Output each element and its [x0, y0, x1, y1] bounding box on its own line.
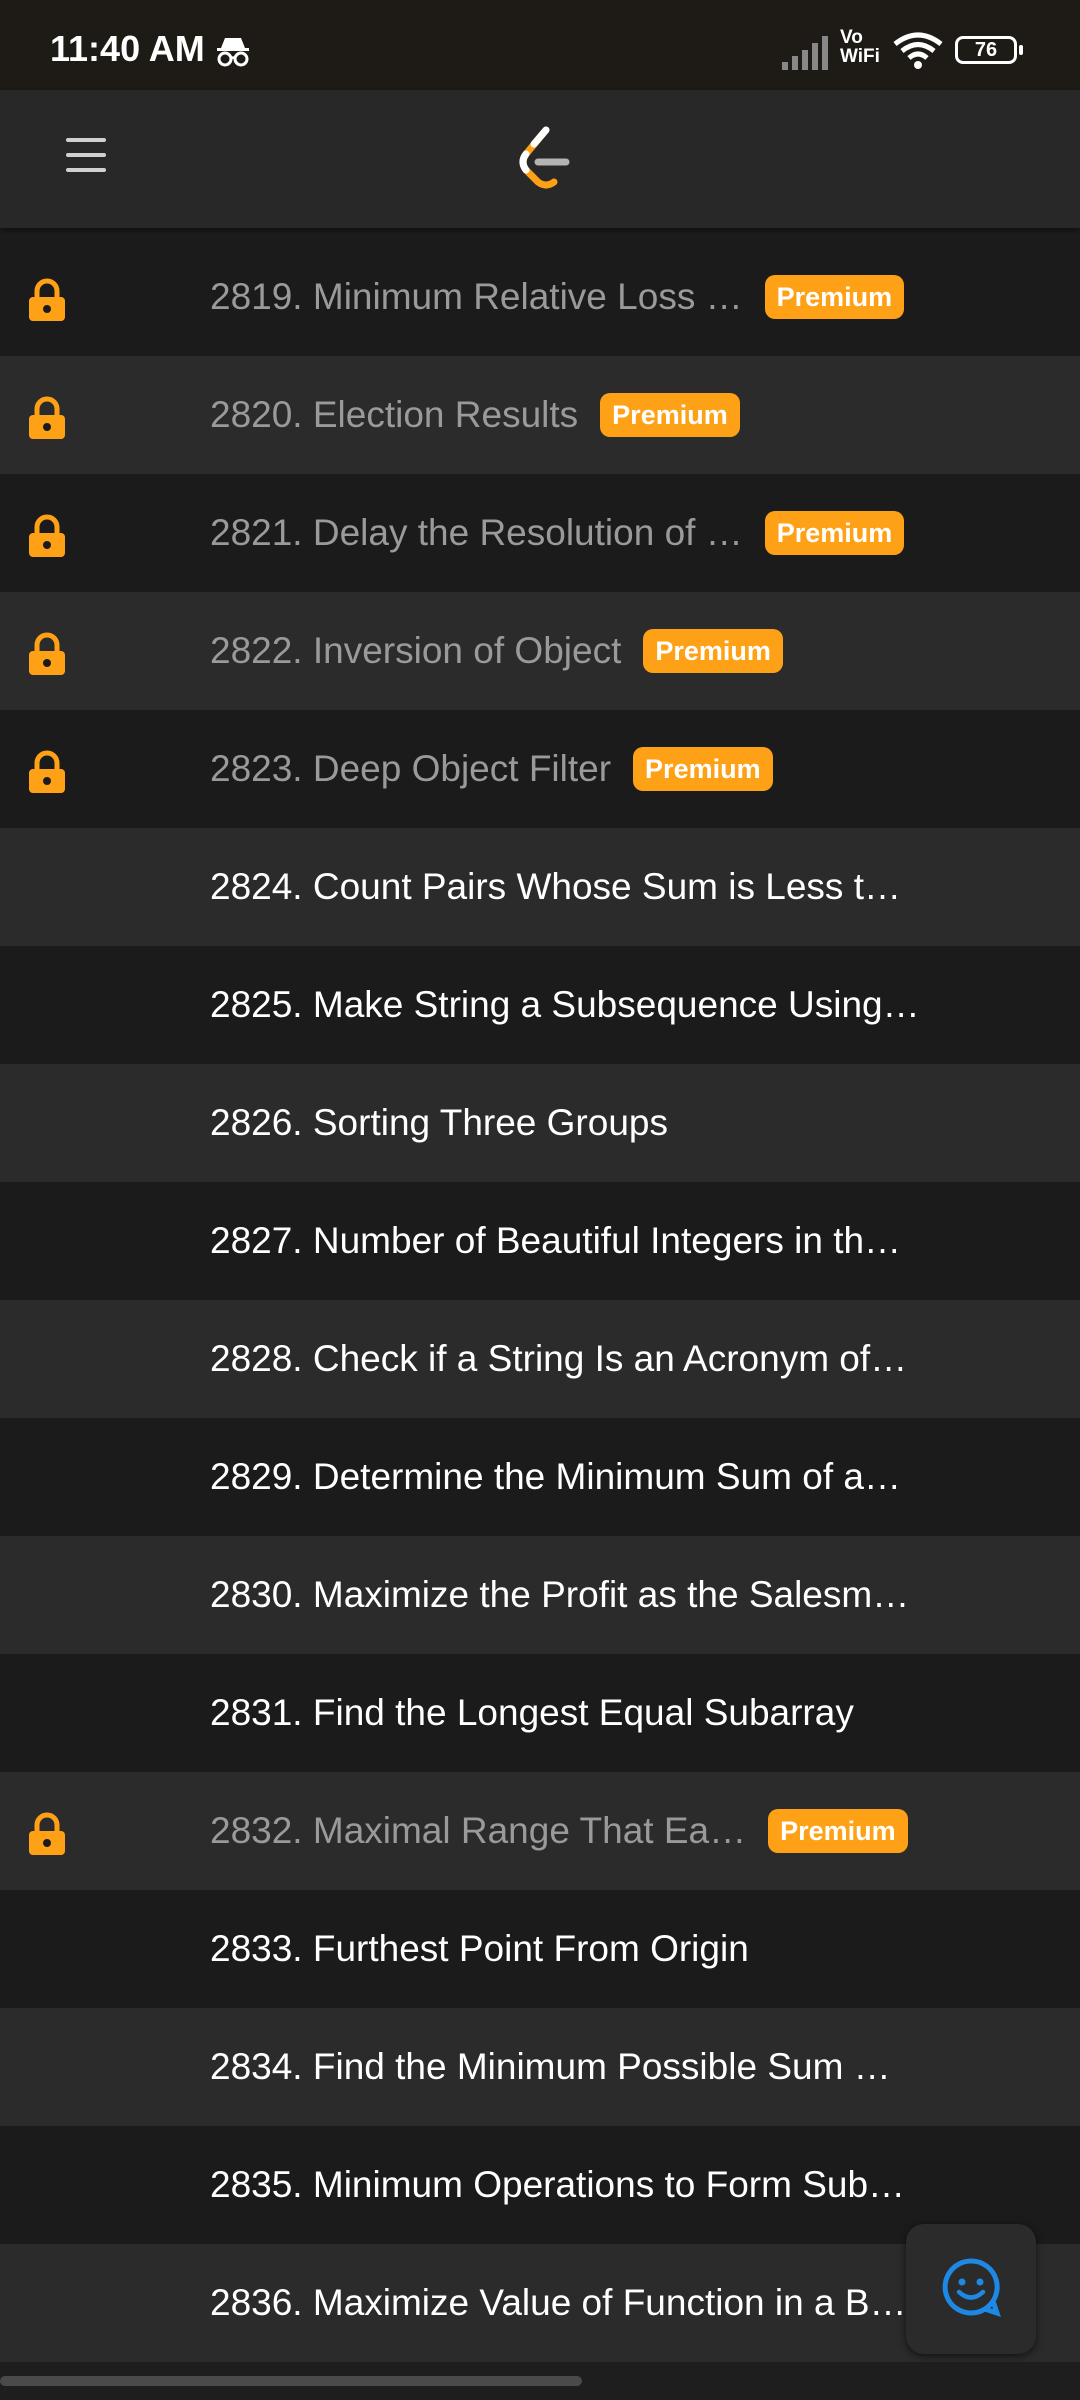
problem-row[interactable]: 2834. Find the Minimum Possible Sum … — [0, 2008, 1080, 2126]
premium-badge: Premium — [633, 747, 773, 791]
problem-row[interactable]: 2831. Find the Longest Equal Subarray — [0, 1654, 1080, 1772]
premium-badge: Premium — [764, 275, 905, 319]
problem-title: 2824. Count Pairs Whose Sum is Less t… — [210, 866, 901, 907]
leetcode-logo-icon — [516, 126, 572, 197]
problem-title: 2825. Make String a Subsequence Using… — [210, 984, 920, 1025]
problem-title: 2831. Find the Longest Equal Subarray — [210, 1692, 854, 1733]
problem-title: 2834. Find the Minimum Possible Sum … — [210, 2046, 891, 2087]
status-bar: 11:40 AM Vo WiFi 76 — [0, 0, 1080, 90]
problem-row[interactable]: 2823. Deep Object Filter Premium — [0, 710, 1080, 828]
problem-title: 2820. Election Results — [210, 394, 579, 435]
problem-title-group: 2822. Inversion of Object Premium — [210, 629, 783, 673]
problem-title: 2832. Maximal Range That Ea… — [210, 1810, 747, 1851]
problem-row[interactable]: 2833. Furthest Point From Origin — [0, 1890, 1080, 2008]
problem-row[interactable]: 2826. Sorting Three Groups — [0, 1064, 1080, 1182]
lock-icon — [26, 278, 68, 327]
problem-row[interactable]: 2829. Determine the Minimum Sum of a… — [0, 1418, 1080, 1536]
problem-row[interactable]: 2832. Maximal Range That Ea… Premium — [0, 1772, 1080, 1890]
battery-indicator: 76 — [955, 36, 1023, 64]
lock-icon — [26, 750, 68, 799]
wifi-icon — [893, 32, 943, 75]
lock-icon — [26, 514, 68, 563]
horizontal-scrollbar[interactable] — [0, 2376, 582, 2386]
problem-row[interactable]: 2828. Check if a String Is an Acronym of… — [0, 1300, 1080, 1418]
status-time: 11:40 AM — [50, 28, 205, 69]
problem-row[interactable]: 2821. Delay the Resolution of … Premium — [0, 474, 1080, 592]
signal-icon — [782, 34, 834, 75]
problem-title-group: 2832. Maximal Range That Ea… Premium — [210, 1809, 908, 1853]
chat-smile-icon — [941, 2257, 1001, 2322]
problem-row[interactable]: 2825. Make String a Subsequence Using… — [0, 946, 1080, 1064]
problem-title: 2836. Maximize Value of Function in a B… — [210, 2282, 907, 2323]
problem-title: 2829. Determine the Minimum Sum of a… — [210, 1456, 901, 1497]
problem-title: 2830. Maximize the Profit as the Salesm… — [210, 1574, 910, 1615]
problem-title-group: 2819. Minimum Relative Loss … Premium — [210, 275, 905, 319]
premium-badge: Premium — [764, 511, 905, 555]
problem-list: 2819. Minimum Relative Loss … Premium 2820… — [0, 238, 1080, 2362]
problem-title: 2826. Sorting Three Groups — [210, 1102, 668, 1143]
problem-row[interactable]: 2827. Number of Beautiful Integers in th… — [0, 1182, 1080, 1300]
lock-icon — [26, 632, 68, 681]
problem-title: 2823. Deep Object Filter — [210, 748, 612, 789]
vowifi-icon: Vo WiFi — [840, 27, 880, 67]
lock-icon — [26, 396, 68, 445]
premium-badge: Premium — [600, 393, 740, 437]
problem-row[interactable]: 2819. Minimum Relative Loss … Premium — [0, 238, 1080, 356]
problem-row[interactable]: 2822. Inversion of Object Premium — [0, 592, 1080, 710]
problem-title: 2835. Minimum Operations to Form Sub… — [210, 2164, 906, 2205]
app-bar — [0, 90, 1080, 228]
chat-button[interactable] — [906, 2224, 1036, 2354]
problem-title-group: 2823. Deep Object Filter Premium — [210, 747, 773, 791]
problem-title: 2828. Check if a String Is an Acronym of… — [210, 1338, 908, 1379]
problem-row[interactable]: 2824. Count Pairs Whose Sum is Less t… — [0, 828, 1080, 946]
premium-badge: Premium — [643, 629, 783, 673]
premium-badge: Premium — [768, 1809, 908, 1853]
problem-row[interactable]: 2830. Maximize the Profit as the Salesm… — [0, 1536, 1080, 1654]
problem-title: 2833. Furthest Point From Origin — [210, 1928, 749, 1969]
problem-title-group: 2821. Delay the Resolution of … Premium — [210, 511, 905, 555]
menu-icon[interactable] — [66, 136, 106, 179]
problem-row[interactable]: 2820. Election Results Premium — [0, 356, 1080, 474]
incognito-icon — [215, 36, 251, 73]
problem-title: 2821. Delay the Resolution of … — [210, 512, 743, 553]
problem-title-group: 2820. Election Results Premium — [210, 393, 740, 437]
problem-title: 2827. Number of Beautiful Integers in th… — [210, 1220, 902, 1261]
lock-icon — [26, 1812, 68, 1861]
problem-title: 2819. Minimum Relative Loss … — [210, 276, 743, 317]
problem-title: 2822. Inversion of Object — [210, 630, 622, 671]
